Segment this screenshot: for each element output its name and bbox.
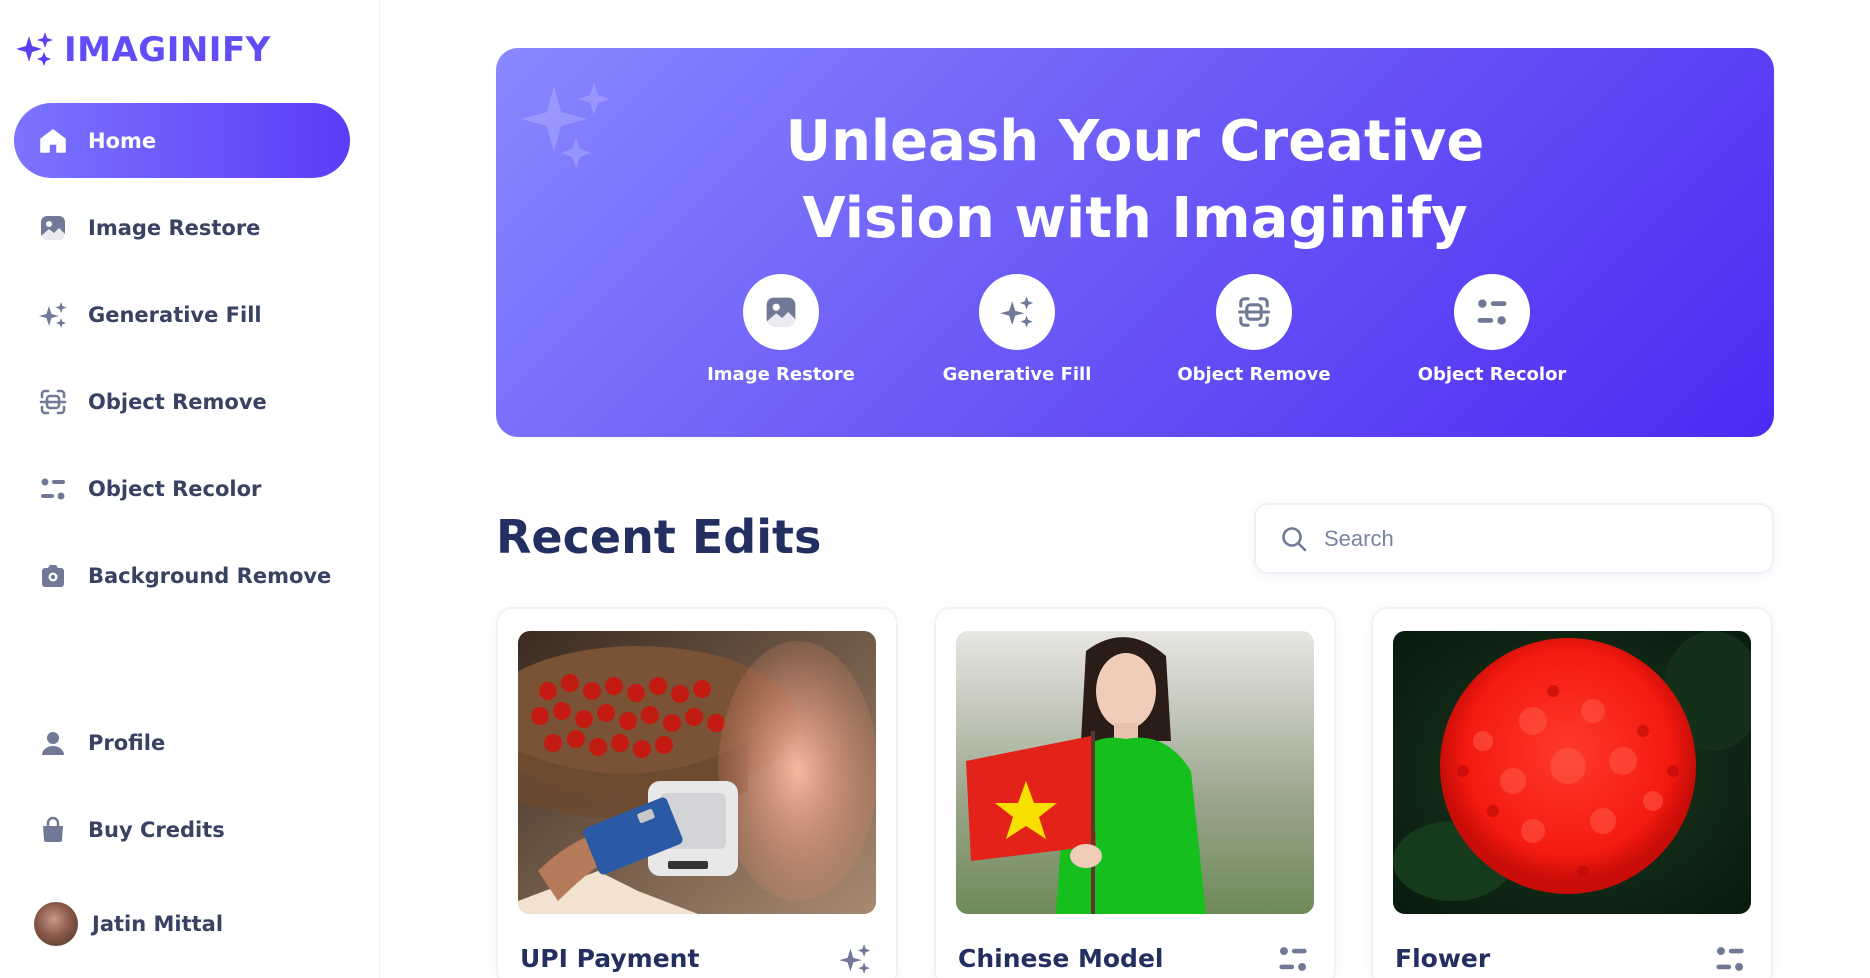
nav-label: Generative Fill: [88, 302, 262, 327]
scan-icon: [36, 385, 70, 419]
nav-item-object-remove[interactable]: Object Remove: [14, 364, 350, 439]
filter-icon: [1276, 942, 1312, 978]
hero-banner: Unleash Your Creative Vision with Imagin…: [496, 48, 1774, 437]
user-profile[interactable]: Jatin Mittal: [34, 902, 223, 946]
filter-icon: [36, 472, 70, 506]
sparkles-icon: [1000, 296, 1034, 328]
search-icon: [1282, 526, 1307, 551]
nav-label: Object Recolor: [88, 476, 262, 501]
nav-label: Image Restore: [88, 215, 261, 240]
filter-icon: [1477, 299, 1507, 325]
sparkle-logo-icon: [14, 30, 56, 70]
search-box[interactable]: [1254, 503, 1774, 574]
user-name: Jatin Mittal: [92, 912, 224, 936]
card-image[interactable]: [956, 631, 1314, 914]
nav-label: Object Remove: [88, 389, 267, 414]
hero-title-line1: Unleash Your Creative: [785, 109, 1485, 174]
card-image[interactable]: [518, 631, 876, 914]
quick-link-circle[interactable]: [1454, 274, 1530, 350]
quick-link-label: Object Remove: [1177, 364, 1331, 385]
bottom-nav: Profile Buy Credits: [14, 705, 350, 879]
edit-card-upi-payment[interactable]: UPI Payment: [496, 607, 898, 978]
nav-label: Home: [88, 128, 157, 153]
app-name: IMAGINIFY: [64, 30, 271, 70]
logo[interactable]: IMAGINIFY: [14, 30, 271, 70]
filter-icon: [1713, 942, 1749, 978]
user-icon: [36, 726, 70, 760]
hero-title-line2: Vision with Imaginify: [802, 186, 1468, 251]
avatar[interactable]: [34, 902, 78, 946]
quick-link-label: Object Recolor: [1417, 364, 1567, 385]
quick-link-generative-fill[interactable]: Generative Fill: [927, 274, 1107, 385]
bag-icon: [36, 813, 70, 847]
quick-link-object-recolor[interactable]: Object Recolor: [1402, 274, 1582, 385]
chinese-model-photo: [956, 631, 1314, 914]
nav-label: Profile: [88, 730, 166, 755]
sidebar: IMAGINIFY Home Image Restore Generative …: [0, 0, 380, 978]
scan-icon: [1238, 297, 1270, 327]
edit-card-chinese-model[interactable]: Chinese Model: [934, 607, 1336, 978]
camera-icon: [36, 559, 70, 593]
quick-link-label: Generative Fill: [942, 364, 1092, 385]
home-icon: [36, 124, 70, 158]
card-title: Flower: [1395, 944, 1491, 973]
sparkles-icon: [838, 942, 874, 978]
nav-item-generative-fill[interactable]: Generative Fill: [14, 277, 350, 352]
card-title: Chinese Model: [958, 944, 1164, 973]
edit-card-flower[interactable]: Flower: [1371, 607, 1773, 978]
card-image[interactable]: [1393, 631, 1751, 914]
quick-link-circle[interactable]: [979, 274, 1055, 350]
hero-title: Unleash Your Creative Vision with Imagin…: [496, 103, 1774, 257]
main-nav: Home Image Restore Generative Fill Objec…: [14, 103, 350, 625]
quick-link-circle[interactable]: [743, 274, 819, 350]
nav-item-buy-credits[interactable]: Buy Credits: [14, 792, 350, 867]
nav-item-profile[interactable]: Profile: [14, 705, 350, 780]
image-icon: [36, 211, 70, 245]
card-title: UPI Payment: [520, 944, 700, 973]
nav-item-home[interactable]: Home: [14, 103, 350, 178]
recent-edits-title: Recent Edits: [496, 510, 822, 564]
sparkles-icon: [36, 298, 70, 332]
image-icon: [766, 297, 796, 327]
quick-link-image-restore[interactable]: Image Restore: [691, 274, 871, 385]
nav-label: Buy Credits: [88, 817, 225, 842]
nav-item-image-restore[interactable]: Image Restore: [14, 190, 350, 265]
upi-payment-photo: [518, 631, 876, 914]
quick-link-label: Image Restore: [707, 364, 855, 385]
nav-item-background-remove[interactable]: Background Remove: [14, 538, 350, 613]
nav-item-object-recolor[interactable]: Object Recolor: [14, 451, 350, 526]
nav-label: Background Remove: [88, 563, 332, 588]
search-input[interactable]: [1324, 525, 1744, 552]
quick-link-circle[interactable]: [1216, 274, 1292, 350]
quick-link-object-remove[interactable]: Object Remove: [1164, 274, 1344, 385]
flower-photo: [1393, 631, 1751, 914]
